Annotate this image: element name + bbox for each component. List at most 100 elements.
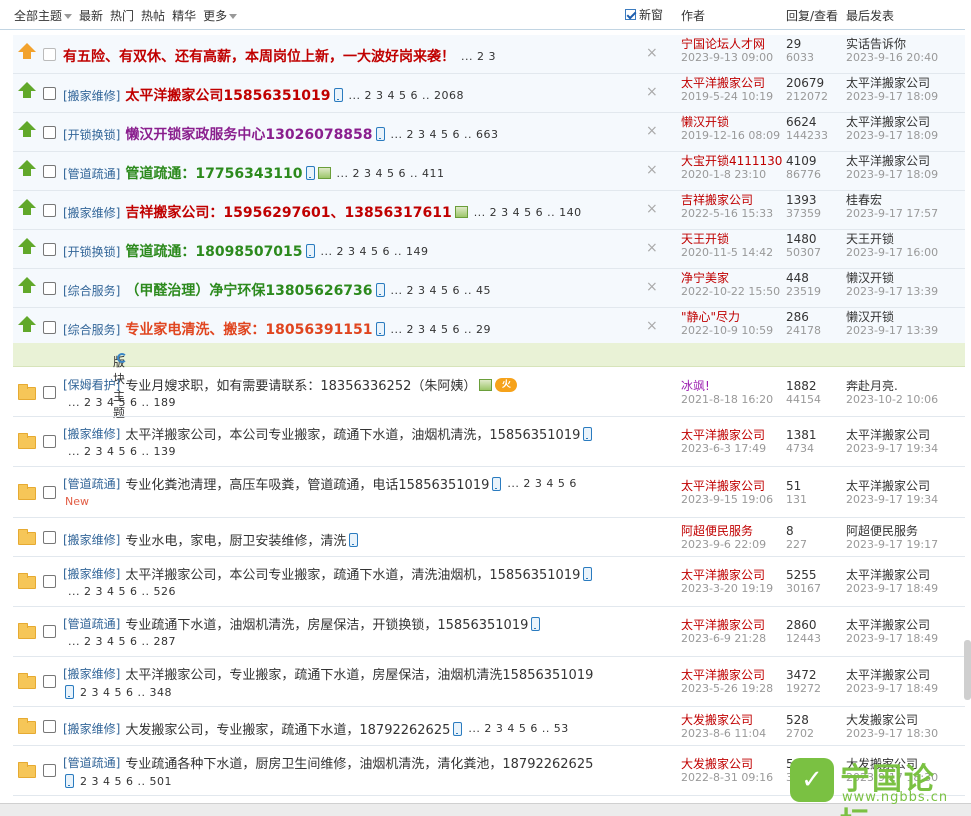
thread-pagination[interactable]: ... 2 3 4 5 6 .. 526 <box>68 585 176 598</box>
scrollbar-thumb[interactable] <box>964 640 971 700</box>
last-post-user[interactable]: 大发搬家公司 <box>846 713 938 727</box>
thread-checkbox[interactable] <box>43 321 56 334</box>
sticky-thread-row[interactable]: [搬家维修] 吉祥搬家公司：15956297601、13856317611 ... … <box>13 191 965 230</box>
sticky-thread-row[interactable]: [综合服务] （甲醛治理）净宁环保13805626736 ... 2 3 4 5 6… <box>13 269 965 308</box>
thread-checkbox[interactable] <box>43 48 56 61</box>
author-name[interactable]: 太平洋搬家公司 <box>681 569 773 582</box>
last-post-date[interactable]: 2023-9-17 18:09 <box>846 168 938 181</box>
thread-title-link[interactable]: 专业化粪池清理，高压车吸粪，管道疏通，电话15856351019 <box>125 474 489 493</box>
filter-hot[interactable]: 热门 <box>110 7 134 24</box>
close-icon[interactable]: × <box>646 45 658 61</box>
last-post-user[interactable]: 懒汉开锁 <box>846 311 938 324</box>
sticky-thread-row[interactable]: [搬家维修] 太平洋搬家公司15856351019 ... 2 3 4 5 6 ..… <box>13 74 965 113</box>
sticky-thread-row[interactable]: [开锁换锁] 管道疏通：18098507015 ... 2 3 4 5 6 .. 1… <box>13 230 965 269</box>
thread-category-tag[interactable]: [搬家维修] <box>63 565 120 582</box>
last-post-date[interactable]: 2023-9-17 18:09 <box>846 90 938 103</box>
sticky-thread-row[interactable]: [管道疏通] 管道疏通：17756343110 ... 2 3 4 5 6 .. 4… <box>13 152 965 191</box>
thread-category-tag[interactable]: [开锁换锁] <box>63 243 120 260</box>
last-post-date[interactable]: 2023-9-17 18:49 <box>846 582 938 595</box>
thread-checkbox[interactable] <box>43 243 56 256</box>
thread-row[interactable]: [管道疏通] 专业疏通下水道，油烟机清洗，房屋保洁，开锁换锁，1585635101… <box>13 607 965 657</box>
filter-more[interactable]: 更多 <box>203 7 238 24</box>
thread-row[interactable]: [搬家维修] 太平洋搬家公司，本公司专业搬家，疏通下水道，清洗油烟机，158563… <box>13 557 965 607</box>
author-name[interactable]: 宁国论坛人才网 <box>681 38 773 51</box>
last-post-user[interactable]: 桂春宏 <box>846 194 938 207</box>
thread-category-tag[interactable]: [管道疏通] <box>63 615 120 632</box>
author-name[interactable]: 冰飒! <box>681 379 773 393</box>
thread-pagination[interactable]: ... 2 3 4 5 6 .. 149 <box>321 245 429 258</box>
thread-checkbox[interactable] <box>43 435 56 448</box>
last-post-date[interactable]: 2023-9-17 16:00 <box>846 246 938 259</box>
thread-category-tag[interactable]: [搬家维修] <box>63 204 120 221</box>
thread-title-link[interactable]: 太平洋搬家公司，本公司专业搬家，疏通下水道，清洗油烟机，15856351019 <box>125 564 580 583</box>
last-post-date[interactable]: 2023-9-17 19:17 <box>846 538 938 551</box>
sticky-thread-row[interactable]: [开锁换锁] 懒汉开锁家政服务中心13026078858 ... 2 3 4 5 6… <box>13 113 965 152</box>
thread-title-link[interactable]: 太平洋搬家公司，本公司专业搬家，疏通下水道，油烟机清洗，15856351019 <box>125 424 580 443</box>
thread-checkbox[interactable] <box>43 87 56 100</box>
thread-category-tag[interactable]: [搬家维修] <box>63 665 120 682</box>
author-name[interactable]: 太平洋搬家公司 <box>681 77 773 90</box>
last-post-date[interactable]: 2023-9-16 20:40 <box>846 51 938 64</box>
refresh-icon[interactable] <box>117 353 127 363</box>
thread-title-link[interactable]: 专业月嫂求职，如有需要请联系：18356336252（朱阿姨） <box>125 375 476 394</box>
thread-category-tag[interactable]: [保姆看护] <box>63 376 120 393</box>
last-post-date[interactable]: 2023-9-17 17:57 <box>846 207 938 220</box>
close-icon[interactable]: × <box>646 318 658 334</box>
author-name[interactable]: 太平洋搬家公司 <box>681 479 773 493</box>
last-post-user[interactable]: 天王开锁 <box>846 233 938 246</box>
thread-category-tag[interactable]: [管道疏通] <box>63 475 120 492</box>
close-icon[interactable]: × <box>646 123 658 139</box>
close-icon[interactable]: × <box>646 162 658 178</box>
author-name[interactable]: 太平洋搬家公司 <box>681 619 766 632</box>
thread-category-tag[interactable]: [综合服务] <box>63 282 120 299</box>
thread-title-link[interactable]: 专业疏通各种下水道，厨房卫生间维修，油烟机清洗，清化粪池，18792262625 <box>125 753 593 772</box>
close-icon[interactable]: × <box>646 201 658 217</box>
last-post-date[interactable]: 2023-9-17 18:49 <box>846 682 938 695</box>
thread-pagination[interactable]: ... 2 3 4 5 6 .. 139 <box>68 445 176 458</box>
author-name[interactable]: 大发搬家公司 <box>681 758 773 771</box>
thread-pagination[interactable]: ... 2 3 4 5 6 .. 2068 <box>349 89 464 102</box>
thread-pagination[interactable]: 2 3 4 5 6 .. 348 <box>80 686 172 699</box>
thread-pagination[interactable]: ... 2 3 4 5 6 .. 45 <box>391 284 491 297</box>
thread-category-tag[interactable]: [综合服务] <box>63 321 120 338</box>
thread-title-link[interactable]: 有五险、有双休、还有高薪，本周岗位上新，一大波好岗来袭！ <box>63 46 455 66</box>
thread-row[interactable]: [搬家维修] 专业水电，家电，厨卫安装维修，清洗 阿超便民服务 2023-9-6 22… <box>13 518 965 557</box>
thread-title-link[interactable]: 专业家电清洗、搬家：18056391151 <box>125 319 372 339</box>
thread-checkbox[interactable] <box>43 575 56 588</box>
thread-checkbox[interactable] <box>43 764 56 777</box>
last-post-user[interactable]: 太平洋搬家公司 <box>846 155 938 168</box>
thread-pagination[interactable]: ... 2 3 4 5 6 .. 29 <box>391 323 491 336</box>
last-post-user[interactable]: 太平洋搬家公司 <box>846 429 938 442</box>
thread-category-tag[interactable]: [管道疏通] <box>63 165 120 182</box>
last-post-user[interactable]: 太平洋搬家公司 <box>846 669 938 682</box>
author-name[interactable]: 太平洋搬家公司 <box>681 669 773 682</box>
last-post-date[interactable]: 2023-9-17 18:09 <box>846 129 938 142</box>
thread-title-link[interactable]: 懒汉开锁家政服务中心13026078858 <box>125 124 372 144</box>
close-icon[interactable]: × <box>646 84 658 100</box>
author-name[interactable]: "静心"尽力 <box>681 311 773 324</box>
sticky-thread-row[interactable]: 有五险、有双休、还有高薪，本周岗位上新，一大波好岗来袭！ ... 2 3 × 宁国论坛… <box>13 35 965 74</box>
new-window-toggle[interactable]: 新窗 <box>625 6 663 23</box>
thread-title-link[interactable]: 管道疏通：18098507015 <box>125 241 302 261</box>
thread-row[interactable]: [搬家维修] 太平洋搬家公司，本公司专业搬家，疏通下水道，油烟机清洗，158563… <box>13 417 965 467</box>
thread-pagination[interactable]: ... 2 3 4 5 6 .. 663 <box>391 128 499 141</box>
thread-pagination[interactable]: 2 3 4 5 6 .. 501 <box>80 775 172 788</box>
thread-pagination[interactable]: ... 2 3 4 5 6 .. 287 <box>68 635 176 648</box>
thread-pagination[interactable]: ... 2 3 4 5 6 .. 411 <box>337 167 445 180</box>
author-name[interactable]: 太平洋搬家公司 <box>681 429 766 442</box>
last-post-date[interactable]: 2023-9-17 13:39 <box>846 324 938 337</box>
thread-pagination[interactable]: ... 2 3 4 5 6 <box>507 477 576 490</box>
thread-title-link[interactable]: 管道疏通：17756343110 <box>125 163 302 183</box>
thread-checkbox[interactable] <box>43 625 56 638</box>
thread-row[interactable]: [保姆看护] 专业月嫂求职，如有需要请联系：18356336252（朱阿姨） 火..… <box>13 368 965 417</box>
last-post-user[interactable]: 实话告诉你 <box>846 38 938 51</box>
author-name[interactable]: 大发搬家公司 <box>681 713 766 727</box>
thread-checkbox[interactable] <box>43 165 56 178</box>
author-name[interactable]: 天王开锁 <box>681 233 773 246</box>
thread-checkbox[interactable] <box>43 719 56 733</box>
last-post-date[interactable]: 2023-9-17 19:34 <box>846 493 938 506</box>
thread-category-tag[interactable]: [搬家维修] <box>63 425 120 442</box>
last-post-date[interactable]: 2023-10-2 10:06 <box>846 393 938 406</box>
last-post-user[interactable]: 阿超便民服务 <box>846 524 938 538</box>
author-name[interactable]: 懒汉开锁 <box>681 116 780 129</box>
